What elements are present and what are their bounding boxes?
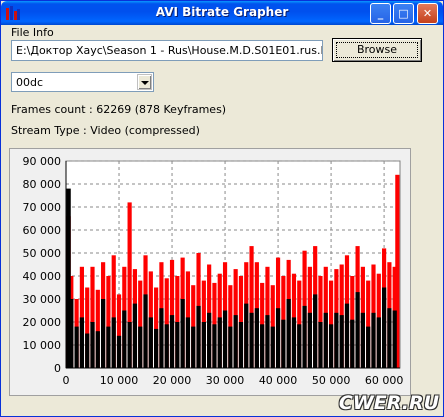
black-bitrate-bar	[132, 303, 138, 368]
y-tick-label: 30 000	[23, 293, 62, 306]
y-tick-label: 90 000	[23, 155, 62, 168]
black-bitrate-bar	[366, 326, 371, 368]
file-info-label: File Info	[11, 26, 54, 39]
y-tick-label: 10 000	[23, 339, 62, 352]
y-tick-label: 60 000	[23, 224, 62, 237]
black-bitrate-bar	[381, 287, 387, 368]
black-bitrate-bar	[376, 317, 381, 368]
black-bitrate-bar	[323, 312, 328, 368]
black-bitrate-bar	[116, 335, 122, 368]
black-bitrate-bar	[95, 331, 100, 368]
black-bitrate-bar	[302, 305, 307, 368]
y-tick-label: 20 000	[23, 316, 62, 329]
black-bitrate-bar	[291, 317, 297, 368]
black-bitrate-bar	[334, 312, 339, 368]
black-bitrate-bar	[90, 322, 95, 368]
black-bitrate-bar	[85, 333, 90, 368]
black-bitrate-bar	[350, 319, 355, 368]
black-bitrate-bar	[281, 319, 286, 368]
black-bitrate-bar	[260, 324, 265, 368]
maximize-button[interactable]: □	[393, 3, 414, 24]
x-tick-label: 30 000	[206, 374, 245, 387]
watermark-logo: CWER.RU	[338, 392, 439, 414]
black-bitrate-bar	[318, 322, 323, 368]
black-bitrate-bar	[392, 310, 397, 368]
x-tick-label: 60 000	[365, 374, 404, 387]
black-bitrate-bar	[106, 326, 111, 368]
black-bitrate-bar	[201, 322, 206, 368]
black-bitrate-bar	[387, 308, 392, 368]
y-tick-label: 70 000	[23, 201, 62, 214]
black-bitrate-bar	[148, 317, 153, 368]
black-bitrate-bar	[249, 312, 254, 368]
black-bitrate-bar	[79, 317, 85, 368]
black-bitrate-bar	[212, 324, 217, 368]
black-bitrate-bar	[238, 322, 244, 368]
x-tick-label: 0	[63, 374, 70, 387]
frames-count-text: Frames count : 62269 (878 Keyframes)	[11, 103, 227, 116]
black-bitrate-bar	[138, 326, 143, 368]
black-bitrate-bar	[286, 299, 291, 368]
black-bitrate-bar	[355, 292, 360, 368]
close-button[interactable]: ✕	[417, 3, 438, 24]
x-tick-label: 10 000	[100, 374, 139, 387]
black-bitrate-bar	[254, 308, 259, 368]
x-tick-label: 40 000	[259, 374, 298, 387]
black-bitrate-bar	[233, 315, 238, 368]
stream-select-value: 00dc	[16, 76, 44, 89]
browse-button[interactable]: Browse	[332, 38, 422, 62]
black-bitrate-bar	[217, 317, 222, 368]
black-bitrate-bar	[328, 324, 334, 368]
black-bitrate-bar	[122, 310, 127, 368]
black-bitrate-bar	[339, 315, 344, 368]
black-bitrate-bar	[222, 310, 228, 368]
black-bitrate-bar	[313, 294, 318, 368]
bitrate-chart: 0 10 000 20 000 30 000 40 000 50 000 60 000 70 …	[23, 155, 404, 387]
black-bitrate-bar	[265, 315, 270, 368]
black-bitrate-bar	[143, 294, 148, 368]
minimize-button[interactable]: _	[370, 3, 391, 24]
stream-select[interactable]: 00dc	[11, 72, 154, 92]
black-bitrate-bar	[100, 299, 106, 368]
black-bitrate-bar	[228, 326, 233, 368]
black-bitrate-bar	[180, 299, 185, 368]
bitrate-chart-panel: 0 10 000 20 000 30 000 40 000 50 000 60 000 70 …	[9, 148, 411, 396]
black-bitrate-bar	[275, 308, 281, 368]
black-bitrate-bar	[164, 324, 169, 368]
black-bitrate-bar	[244, 303, 249, 368]
y-tick-label: 80 000	[23, 178, 62, 191]
x-tick-label: 20 000	[153, 374, 192, 387]
focus-rect	[336, 42, 418, 58]
main-window: AVI Bitrate Grapher _ □ ✕ File Info E:\Д…	[0, 0, 444, 417]
black-bitrate-bar	[185, 317, 191, 368]
black-bitrate-bar	[154, 328, 159, 368]
y-tick-label: 40 000	[23, 270, 62, 283]
black-bitrate-bar	[207, 312, 212, 368]
black-bitrate-bar	[371, 312, 376, 368]
black-bitrate-bar	[69, 299, 74, 368]
black-bitrate-bar	[297, 324, 302, 368]
x-tick-label: 50 000	[312, 374, 351, 387]
black-bitrate-bar	[175, 322, 180, 368]
plot-area	[65, 160, 401, 369]
black-bitrate-bar	[360, 312, 366, 368]
black-bitrate-bar	[169, 315, 175, 368]
y-tick-label: 50 000	[23, 247, 62, 260]
black-bitrate-bar	[74, 326, 79, 368]
stream-type-text: Stream Type : Video (compressed)	[11, 124, 200, 137]
black-bitrate-bar	[191, 326, 196, 368]
title-bar[interactable]: AVI Bitrate Grapher _ □ ✕	[1, 1, 443, 25]
y-tick-label: 0	[54, 362, 61, 375]
black-bitrate-bar	[111, 317, 116, 368]
black-bitrate-bar	[196, 305, 201, 368]
black-bitrate-bar	[307, 312, 312, 368]
black-bitrate-bar	[270, 326, 275, 368]
file-path-input[interactable]: E:\Доктор Хаус\Season 1 - Rus\House.M.D.…	[11, 40, 323, 61]
chevron-down-icon[interactable]	[137, 74, 152, 90]
black-bitrate-bar	[159, 308, 164, 368]
black-bitrate-bar	[344, 303, 350, 368]
black-bitrate-bar	[127, 322, 132, 368]
